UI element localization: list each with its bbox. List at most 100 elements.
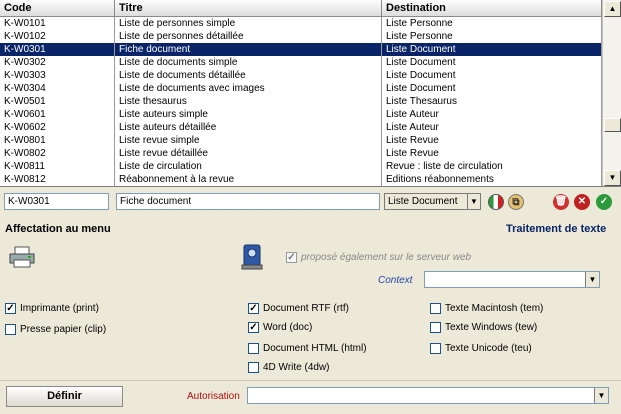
- table-body: K-W0101 Liste de personnes simple Liste Pe…: [0, 17, 602, 186]
- cell-destination: Liste Auteur: [382, 121, 602, 134]
- table-row[interactable]: K-W0601 Liste auteurs simple Liste Auteur: [0, 108, 602, 121]
- format-checkbox[interactable]: [248, 343, 259, 354]
- cell-titre: Liste revue simple: [115, 134, 382, 147]
- server-label: proposé également sur le serveur web: [301, 252, 472, 263]
- chevron-down-icon: ▼: [594, 388, 608, 403]
- cell-code: K-W0811: [0, 160, 115, 173]
- autorisation-select[interactable]: ▼: [247, 387, 609, 404]
- text-format-checkbox[interactable]: [430, 343, 441, 354]
- output-label: Presse papier (clip): [20, 324, 107, 335]
- context-label: Context: [378, 275, 413, 286]
- cell-titre: Réabonnement à la revue: [115, 173, 382, 186]
- copy-icon[interactable]: ⧉: [508, 194, 524, 210]
- chevron-down-icon: ▼: [467, 194, 480, 209]
- output-checkbox[interactable]: ✓: [5, 303, 16, 314]
- context-select[interactable]: ▼: [424, 271, 600, 288]
- cell-titre: Liste de documents simple: [115, 56, 382, 69]
- cell-destination: Revue : liste de circulation: [382, 160, 602, 173]
- scroll-down-icon[interactable]: ▼: [604, 170, 621, 186]
- cell-titre: Liste revue détaillée: [115, 147, 382, 160]
- vertical-scrollbar[interactable]: ▲ ▼: [602, 0, 621, 186]
- code-field[interactable]: K-W0301: [4, 193, 109, 210]
- server-icon: [241, 244, 263, 270]
- table-row[interactable]: K-W0812 Réabonnement à la revue Editions r…: [0, 173, 602, 186]
- column-header-code[interactable]: Code: [0, 0, 115, 17]
- document-list-table: Code Titre Destination K-W0101 Liste de p…: [0, 0, 621, 187]
- cell-titre: Liste auteurs simple: [115, 108, 382, 121]
- destination-select-value: Liste Document: [388, 196, 458, 207]
- cell-code: K-W0601: [0, 108, 115, 121]
- cell-destination: Liste Document: [382, 56, 602, 69]
- cell-code: K-W0812: [0, 173, 115, 186]
- cell-titre: Liste de documents détaillée: [115, 69, 382, 82]
- cell-destination: Liste Document: [382, 69, 602, 82]
- cell-titre: Liste de personnes détaillée: [115, 30, 382, 43]
- cell-destination: Liste Personne: [382, 17, 602, 30]
- cell-titre: Liste thesaurus: [115, 95, 382, 108]
- titre-field[interactable]: Fiche document: [116, 193, 380, 210]
- cell-code: K-W0802: [0, 147, 115, 160]
- cell-destination: Liste Document: [382, 82, 602, 95]
- format-checkbox[interactable]: ✓: [248, 322, 259, 333]
- table-row[interactable]: K-W0602 Liste auteurs détaillée Liste Aute…: [0, 121, 602, 134]
- cell-destination: Editions réabonnements: [382, 173, 602, 186]
- destination-select[interactable]: Liste Document ▼: [384, 193, 481, 210]
- column-header-destination[interactable]: Destination: [382, 0, 602, 17]
- format-label: 4D Write (4dw): [263, 362, 330, 373]
- column-header-titre[interactable]: Titre: [115, 0, 382, 17]
- cell-code: K-W0302: [0, 56, 115, 69]
- cell-destination: Liste Revue: [382, 134, 602, 147]
- cell-titre: Liste de circulation: [115, 160, 382, 173]
- output-label: Imprimante (print): [20, 303, 99, 314]
- define-button[interactable]: Définir: [6, 386, 123, 407]
- text-format-checkbox[interactable]: [430, 303, 441, 314]
- italy-flag-icon[interactable]: [488, 194, 504, 210]
- server-checkbox[interactable]: ✓: [286, 252, 297, 263]
- autorisation-label: Autorisation: [187, 391, 240, 402]
- table-row[interactable]: K-W0802 Liste revue détaillée Liste Revue: [0, 147, 602, 160]
- table-row[interactable]: K-W0501 Liste thesaurus Liste Thesaurus: [0, 95, 602, 108]
- scroll-up-icon[interactable]: ▲: [604, 1, 621, 17]
- section-title-traitement: Traitement de texte: [506, 223, 607, 235]
- format-checkbox[interactable]: ✓: [248, 303, 259, 314]
- table-row[interactable]: K-W0301 Fiche document Liste Document: [0, 43, 602, 56]
- output-checkbox[interactable]: [5, 324, 16, 335]
- table-row[interactable]: K-W0303 Liste de documents détaillée Liste…: [0, 69, 602, 82]
- section-title-affectation: Affectation au menu: [5, 223, 111, 235]
- cell-destination: Liste Document: [382, 43, 602, 56]
- table-row[interactable]: K-W0304 Liste de documents avec images Lis…: [0, 82, 602, 95]
- table-row[interactable]: K-W0811 Liste de circulation Revue : liste…: [0, 160, 602, 173]
- cell-code: K-W0101: [0, 17, 115, 30]
- trash-icon[interactable]: 🗑: [553, 194, 569, 210]
- cell-code: K-W0304: [0, 82, 115, 95]
- cell-code: K-W0303: [0, 69, 115, 82]
- scroll-thumb[interactable]: [604, 118, 621, 132]
- format-label: Document RTF (rtf): [263, 303, 349, 314]
- cell-code: K-W0801: [0, 134, 115, 147]
- cell-code: K-W0602: [0, 121, 115, 134]
- cell-titre: Liste de documents avec images: [115, 82, 382, 95]
- chevron-down-icon: ▼: [585, 272, 599, 287]
- printer-icon: [8, 246, 36, 268]
- table-row[interactable]: K-W0302 Liste de documents simple Liste Do…: [0, 56, 602, 69]
- cancel-icon[interactable]: ✕: [574, 194, 590, 210]
- validate-icon[interactable]: ✓: [596, 194, 612, 210]
- cell-destination: Liste Revue: [382, 147, 602, 160]
- format-checkbox[interactable]: [248, 362, 259, 373]
- table-row[interactable]: K-W0102 Liste de personnes détaillée Liste…: [0, 30, 602, 43]
- format-label: Word (doc): [263, 322, 313, 333]
- cell-code: K-W0301: [0, 43, 115, 56]
- cell-destination: Liste Personne: [382, 30, 602, 43]
- cell-code: K-W0501: [0, 95, 115, 108]
- cell-code: K-W0102: [0, 30, 115, 43]
- cell-titre: Liste de personnes simple: [115, 17, 382, 30]
- text-format-checkbox[interactable]: [430, 322, 441, 333]
- table-row[interactable]: K-W0801 Liste revue simple Liste Revue: [0, 134, 602, 147]
- cell-titre: Liste auteurs détaillée: [115, 121, 382, 134]
- text-format-label: Texte Unicode (teu): [445, 343, 532, 354]
- table-row[interactable]: K-W0101 Liste de personnes simple Liste Pe…: [0, 17, 602, 30]
- cell-destination: Liste Thesaurus: [382, 95, 602, 108]
- cell-destination: Liste Auteur: [382, 108, 602, 121]
- text-format-label: Texte Windows (tew): [445, 322, 538, 333]
- cell-titre: Fiche document: [115, 43, 382, 56]
